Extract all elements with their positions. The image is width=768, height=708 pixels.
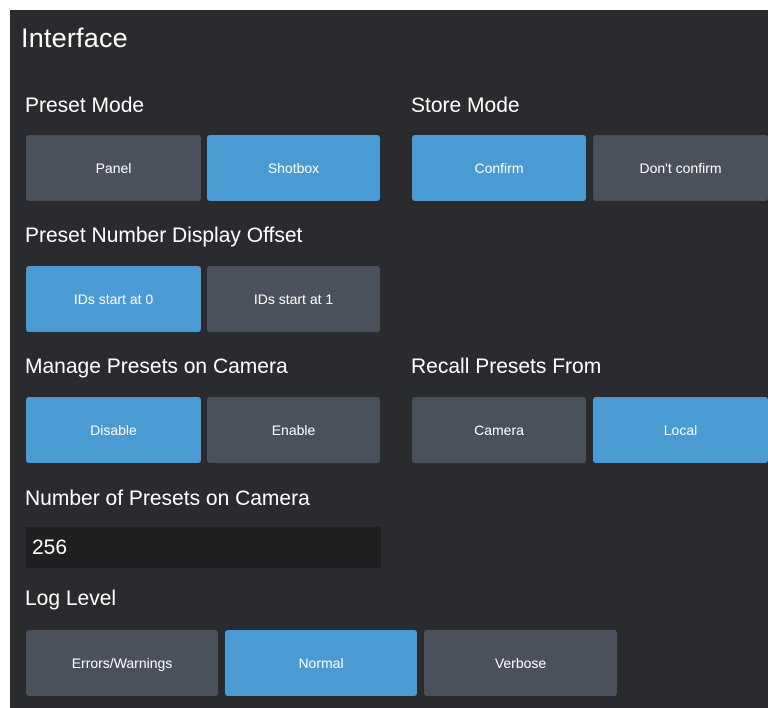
recall-presets-label: Recall Presets From [411,355,602,378]
store-mode-confirm-button[interactable]: Confirm [412,135,586,201]
offset-start-0-button[interactable]: IDs start at 0 [26,266,201,332]
offset-start-1-button[interactable]: IDs start at 1 [207,266,380,332]
recall-from-camera-button[interactable]: Camera [412,397,586,463]
num-presets-input[interactable]: 256 [26,527,381,568]
log-level-normal-button[interactable]: Normal [225,630,417,696]
preset-mode-shotbox-button[interactable]: Shotbox [207,135,380,201]
manage-presets-disable-button[interactable]: Disable [26,397,201,463]
interface-panel: Interface Preset Mode Panel Shotbox Stor… [10,10,768,708]
manage-presets-enable-button[interactable]: Enable [207,397,380,463]
recall-from-local-button[interactable]: Local [593,397,768,463]
log-level-label: Log Level [25,587,117,610]
num-presets-label: Number of Presets on Camera [25,487,310,510]
preset-offset-label: Preset Number Display Offset [25,224,303,247]
log-level-errors-warnings-button[interactable]: Errors/Warnings [26,630,218,696]
preset-mode-label: Preset Mode [25,94,145,117]
preset-mode-panel-button[interactable]: Panel [26,135,201,201]
store-mode-label: Store Mode [411,94,520,117]
store-mode-dont-confirm-button[interactable]: Don't confirm [593,135,768,201]
log-level-verbose-button[interactable]: Verbose [424,630,617,696]
manage-presets-label: Manage Presets on Camera [25,355,288,378]
page-title: Interface [21,23,128,53]
